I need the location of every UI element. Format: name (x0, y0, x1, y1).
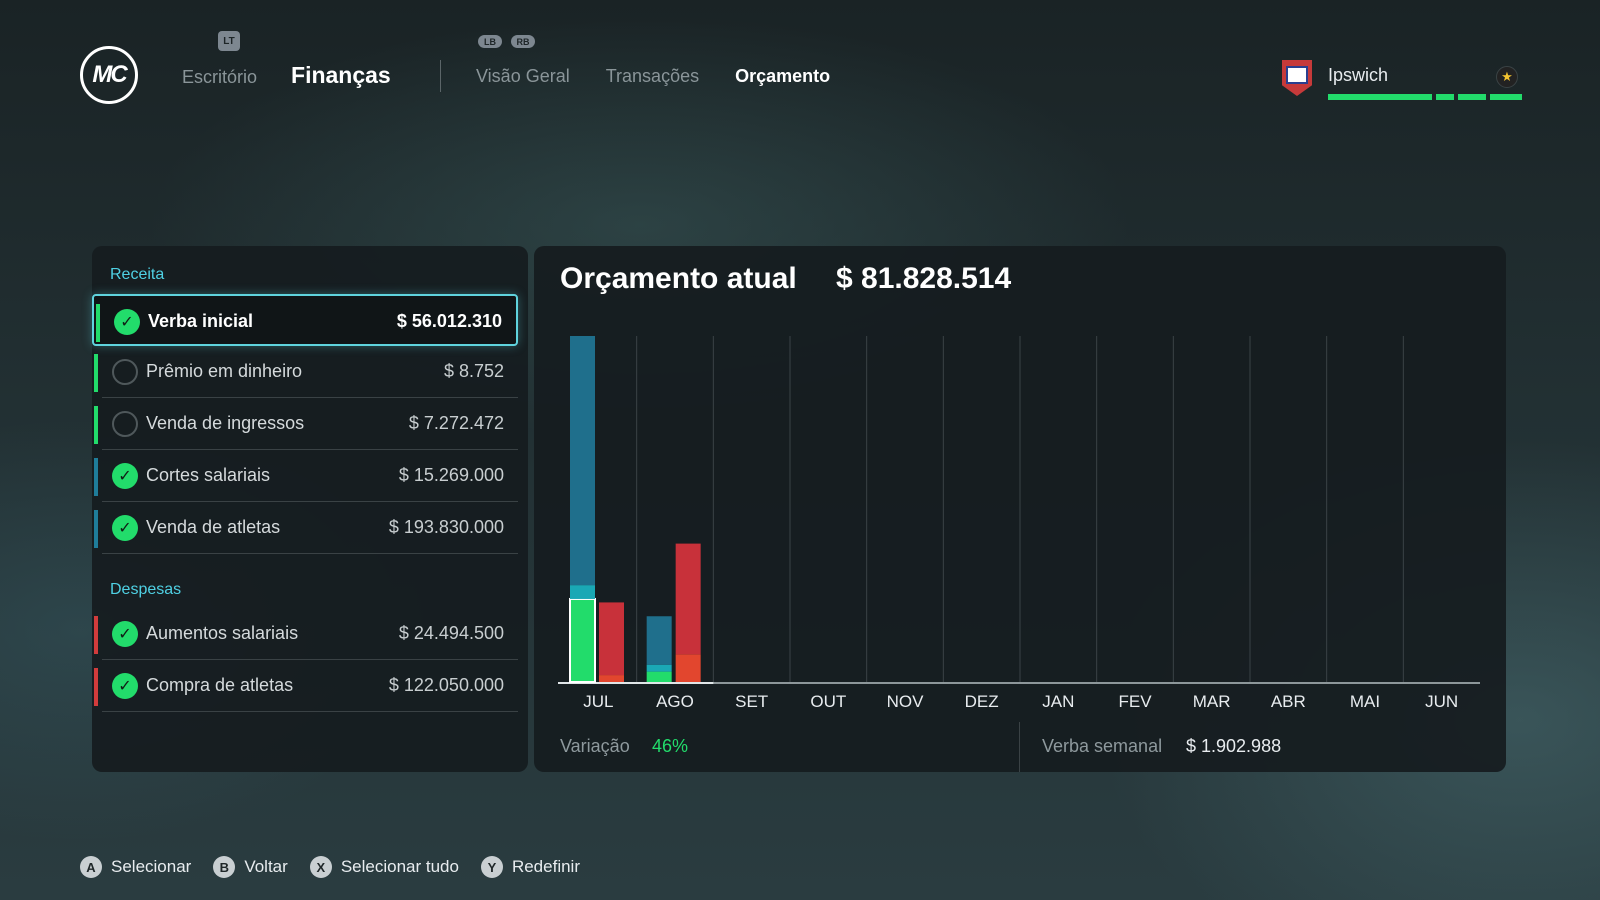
budget-items-panel: Receita ✓ Verba inicial $ 56.012.310 Prêmio… (92, 246, 528, 772)
tab-orcamento[interactable]: Orçamento (735, 66, 830, 87)
row-value: $ 122.050.000 (388, 675, 504, 695)
budget-row[interactable]: Prêmio em dinheiro $ 8.752 (92, 346, 518, 398)
x-tick-label: JAN (1042, 692, 1074, 711)
hint-label: Selecionar (111, 857, 192, 876)
expense-bar-segment (599, 675, 624, 682)
x-tick-label: JUL (583, 692, 613, 711)
row-value: $ 15.269.000 (398, 465, 504, 485)
x-tick-label: MAR (1193, 692, 1231, 711)
hint-label: Selecionar tudo (340, 857, 459, 876)
footer-divider (1019, 722, 1020, 772)
x-tick-label: DEZ (965, 692, 999, 711)
category-stripe (94, 406, 98, 444)
x-tick-label: MAI (1350, 692, 1380, 711)
weekly-budget-value: $ 1.902.988 (1186, 736, 1282, 756)
row-label: Prêmio em dinheiro (146, 361, 303, 381)
club-crest-icon (1282, 60, 1312, 96)
category-stripe (94, 668, 98, 706)
x-tick-label: FEV (1118, 692, 1152, 711)
x-tick-label: NOV (887, 692, 925, 711)
row-divider (102, 711, 518, 712)
expenses-header: Despesas (110, 581, 182, 598)
revenue-bar-segment (570, 585, 595, 599)
lt-button-icon: LT (218, 31, 240, 51)
row-value: $ 193.830.000 (388, 517, 504, 537)
category-stripe (96, 304, 100, 342)
checkmark-icon[interactable]: ✓ (112, 515, 138, 541)
checkmark-icon[interactable]: ✓ (114, 309, 140, 335)
tab-transacoes[interactable]: Transações (606, 66, 699, 87)
row-label: Aumentos salariais (146, 623, 299, 643)
x-button-icon: X (309, 856, 332, 878)
budget-row[interactable]: ✓ Venda de atletas $ 193.830.000 (92, 502, 518, 554)
nav-divider (440, 60, 441, 92)
controller-hints: A Selecionar B Voltar X Selecionar tudo … (80, 856, 602, 878)
hint-select-all[interactable]: X Selecionar tudo (309, 856, 459, 878)
budget-row[interactable]: Venda de ingressos $ 7.272.472 (92, 398, 518, 450)
star-icon: ★ (1496, 66, 1518, 88)
hint-select[interactable]: A Selecionar (80, 856, 191, 878)
expense-bar-segment (599, 602, 624, 676)
hint-reset[interactable]: Y Redefinir (480, 856, 580, 878)
category-stripe (94, 616, 98, 654)
checkmark-icon[interactable]: ✓ (112, 621, 138, 647)
revenue-bar-segment (646, 671, 672, 682)
row-value: $ 56.012.310 (396, 311, 502, 331)
row-label: Cortes salariais (146, 465, 271, 485)
b-button-icon: B (213, 856, 236, 878)
x-tick-label: SET (735, 692, 768, 711)
x-tick-label: AGO (656, 692, 694, 711)
y-button-icon: Y (480, 856, 503, 878)
weekly-budget-label: Verba semanal (1042, 736, 1163, 756)
budget-row[interactable]: ✓ Cortes salariais $ 15.269.000 (92, 450, 518, 502)
revenue-bar-segment (569, 597, 596, 683)
row-value: $ 7.272.472 (408, 413, 504, 433)
empty-checkbox-icon[interactable] (112, 411, 138, 437)
row-label: Verba inicial (148, 311, 254, 331)
row-value: $ 8.752 (443, 361, 504, 381)
x-tick-label: OUT (810, 692, 846, 711)
hint-label: Redefinir (511, 857, 580, 876)
sub-tabs: Visão Geral Transações Orçamento (476, 66, 830, 87)
row-value: $ 24.494.500 (398, 623, 504, 643)
category-stripe (94, 458, 98, 496)
nav-item-financas[interactable]: Finanças (291, 62, 391, 89)
revenue-bar-segment (646, 616, 672, 665)
budget-chart-panel: Orçamento atual $ 81.828.514 JUL AGO SET OU… (534, 246, 1506, 772)
budget-row[interactable]: ✓ Compra de atletas $ 122.050.000 (92, 660, 518, 712)
lb-button-icon: LB (478, 35, 502, 48)
checkmark-icon[interactable]: ✓ (112, 673, 138, 699)
x-tick-label: ABR (1271, 692, 1306, 711)
revenue-bar-segment (646, 664, 672, 672)
variation-value: 46% (652, 736, 689, 756)
a-button-icon: A (80, 856, 102, 878)
category-stripe (94, 510, 98, 548)
rb-button-icon: RB (511, 35, 535, 48)
revenue-header: Receita (110, 266, 165, 283)
row-divider (102, 553, 518, 554)
category-stripe (94, 354, 98, 392)
expense-bar-segment (675, 654, 701, 682)
row-label: Venda de ingressos (146, 413, 305, 433)
nav-item-escritorio[interactable]: Escritório (182, 67, 257, 88)
expense-bar-segment (675, 543, 701, 655)
club-info: Ipswich ★ (1282, 58, 1522, 102)
row-label: Compra de atletas (146, 675, 294, 695)
budget-row[interactable]: ✓ Verba inicial $ 56.012.310 (92, 294, 518, 346)
club-rating-bar (1328, 94, 1522, 100)
empty-checkbox-icon[interactable] (112, 359, 138, 385)
row-label: Venda de atletas (146, 517, 281, 537)
hint-label: Voltar (244, 857, 288, 876)
checkmark-icon[interactable]: ✓ (112, 463, 138, 489)
club-name: Ipswich (1328, 65, 1389, 85)
tab-visao-geral[interactable]: Visão Geral (476, 66, 570, 87)
budget-row[interactable]: ✓ Aumentos salariais $ 24.494.500 (92, 608, 518, 660)
main-nav: Escritório Finanças (182, 60, 391, 89)
x-tick-label: JUN (1425, 692, 1458, 711)
hint-back[interactable]: B Voltar (213, 856, 288, 878)
budget-bar-chart: JUL AGO SET OUT NOV DEZ JAN FEV MAR ABR MAI JUN (558, 336, 1480, 711)
variation-label: Variação (560, 736, 630, 756)
revenue-bar-segment (570, 336, 595, 586)
app-logo: MC (80, 46, 138, 104)
